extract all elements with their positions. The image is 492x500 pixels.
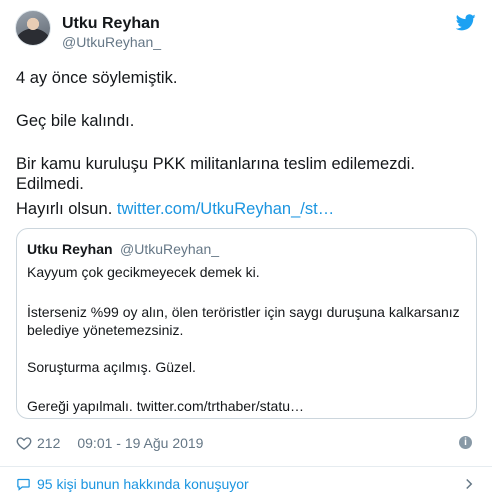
timestamp[interactable]: 09:01 - 19 Ağu 2019 [77, 435, 203, 451]
embedded-tweet: Utku Reyhan @UtkuReyhan_ 4 ay önce söyle… [0, 0, 492, 500]
quoted-line-2: İsterseniz %99 oy alın, ölen teröristler… [27, 304, 460, 338]
tweet-meta: 212 09:01 - 19 Ağu 2019 [16, 433, 203, 453]
quoted-tweet[interactable]: Utku Reyhan @UtkuReyhan_ Kayyum çok geci… [16, 228, 477, 419]
avatar[interactable] [15, 10, 51, 46]
speech-bubble-icon [17, 478, 30, 491]
twitter-bird-icon[interactable] [456, 14, 476, 31]
tweet-line-3: Bir kamu kuruluşu PKK militanlarına tesl… [16, 155, 415, 193]
chevron-right-icon[interactable] [464, 478, 474, 490]
quoted-line-4: Gereği yapılmalı. twitter.com/trthaber/s… [27, 398, 304, 414]
tweet-link[interactable]: twitter.com/UtkuReyhan_/st… [117, 200, 334, 218]
info-icon[interactable]: i [459, 436, 472, 449]
quoted-line-1: Kayyum çok gecikmeyecek demek ki. [27, 264, 260, 280]
conversation-label[interactable]: 95 kişi bunun hakkında konuşuyor [37, 476, 249, 492]
quoted-handle: @UtkuReyhan_ [120, 241, 220, 257]
tweet-line-4-text: Hayırlı olsun. [16, 200, 117, 218]
tweet-line-4: Hayırlı olsun. twitter.com/UtkuReyhan_/s… [16, 199, 481, 219]
quoted-line-3: Soruşturma açılmış. Güzel. [27, 359, 196, 375]
author-display-name[interactable]: Utku Reyhan [62, 15, 160, 33]
conversation-link[interactable]: 95 kişi bunun hakkında konuşuyor [16, 474, 249, 494]
tweet-line-1: 4 ay önce söylemiştik. [16, 69, 178, 87]
divider [0, 466, 492, 467]
heart-icon[interactable] [16, 435, 32, 451]
author-handle[interactable]: @UtkuReyhan_ [62, 34, 161, 50]
quoted-display-name: Utku Reyhan [27, 241, 113, 257]
tweet-line-2: Geç bile kalındı. [16, 112, 135, 130]
like-count[interactable]: 212 [37, 435, 60, 451]
